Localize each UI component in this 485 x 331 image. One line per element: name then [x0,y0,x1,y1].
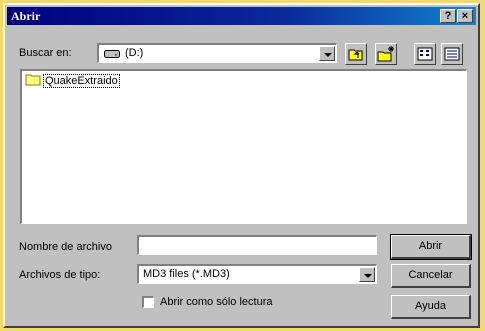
details-view-button[interactable] [441,43,463,65]
drive-icon [104,49,120,62]
folder-name: QuakeExtraido [43,74,120,88]
readonly-checkbox[interactable] [142,296,154,308]
folder-icon [25,73,41,89]
dialog-title: Abrir [11,9,41,23]
lookin-value: (D:) [125,47,144,59]
open-button-label: Abrir [418,240,443,252]
cancel-button-label: Cancelar [408,269,453,281]
details-view-icon [442,47,462,67]
create-new-folder-icon [376,46,396,67]
up-one-level-button[interactable] [345,43,367,65]
open-button[interactable]: Abrir [390,234,472,260]
list-item[interactable]: QuakeExtraido [25,74,120,88]
open-dialog: Abrir ? × Buscar en: (D:) QuakeExtraido … [3,3,480,328]
filename-input[interactable] [137,235,377,255]
filetype-dropdown-button[interactable] [359,267,375,282]
lookin-dropdown-button[interactable] [319,46,335,61]
close-button[interactable]: × [457,9,473,23]
help-title-button[interactable]: ? [440,9,456,23]
up-one-level-icon [346,49,366,67]
help-button[interactable]: Ayuda [391,295,471,319]
readonly-label[interactable]: Abrir como sólo lectura [160,296,273,308]
cancel-button[interactable]: Cancelar [391,264,471,288]
lookin-combo[interactable]: (D:) [97,43,337,63]
create-new-folder-button[interactable] [375,43,397,65]
lookin-label: Buscar en: [19,47,72,59]
help-button-label: Ayuda [415,300,446,312]
filetype-combo[interactable]: MD3 files (*.MD3) [137,264,377,284]
filetype-label: Archivos de tipo: [19,269,101,281]
title-bar[interactable]: Abrir ? × [7,7,476,25]
filename-label: Nombre de archivo [19,241,112,253]
list-view-icon [415,47,435,67]
list-view-button[interactable] [414,43,436,65]
file-list[interactable]: QuakeExtraido [20,69,467,224]
filetype-value: MD3 files (*.MD3) [143,268,230,280]
